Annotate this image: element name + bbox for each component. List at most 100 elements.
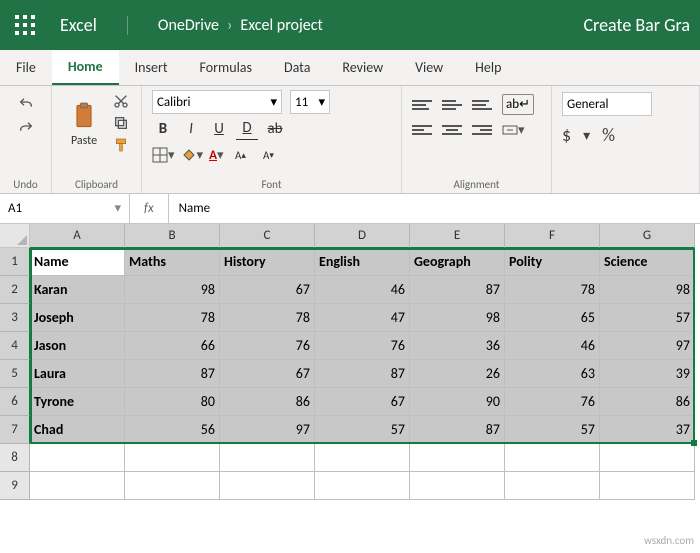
row-header-9[interactable]: 9	[0, 472, 30, 500]
cell-value[interactable]: 57	[600, 304, 695, 332]
col-header-f[interactable]: F	[505, 224, 600, 248]
font-name-select[interactable]: Calibri▾	[152, 90, 282, 114]
cell-value[interactable]: 80	[125, 388, 220, 416]
cell-value[interactable]: 86	[220, 388, 315, 416]
redo-icon[interactable]	[18, 120, 34, 136]
tab-file[interactable]: File	[0, 50, 52, 85]
cell-empty[interactable]	[600, 472, 695, 500]
tab-home[interactable]: Home	[52, 50, 119, 85]
col-header-c[interactable]: C	[220, 224, 315, 248]
cell-empty[interactable]	[315, 472, 410, 500]
align-right-icon[interactable]	[472, 121, 492, 139]
cell-empty[interactable]	[505, 472, 600, 500]
document-title[interactable]: Create Bar Gra	[573, 14, 700, 36]
spreadsheet-grid[interactable]: A B C D E F G 1 Name Maths History Engli…	[0, 224, 700, 500]
align-bottom-icon[interactable]	[472, 96, 492, 114]
tab-view[interactable]: View	[399, 50, 459, 85]
cell-value[interactable]: 90	[410, 388, 505, 416]
cell-value[interactable]: 63	[505, 360, 600, 388]
cell-value[interactable]: 65	[505, 304, 600, 332]
merge-cells-icon[interactable]: ▾	[502, 122, 525, 138]
cell-empty[interactable]	[125, 444, 220, 472]
tab-review[interactable]: Review	[326, 50, 399, 85]
currency-button[interactable]: $	[562, 124, 571, 146]
align-top-icon[interactable]	[412, 96, 432, 114]
format-painter-icon[interactable]	[112, 136, 130, 154]
row-header-7[interactable]: 7	[0, 416, 30, 444]
breadcrumb-root[interactable]: OneDrive	[158, 16, 219, 35]
font-color-icon[interactable]: A▾	[209, 148, 223, 163]
decrease-font-icon[interactable]: A▾	[257, 144, 279, 166]
cell-e1[interactable]: Geograph	[410, 248, 505, 276]
align-left-icon[interactable]	[412, 121, 432, 139]
cell-value[interactable]: 57	[505, 416, 600, 444]
cell-f1[interactable]: Polity	[505, 248, 600, 276]
cell-value[interactable]: 26	[410, 360, 505, 388]
cell-empty[interactable]	[125, 472, 220, 500]
cell-value[interactable]: 78	[505, 276, 600, 304]
cell-name[interactable]: Laura	[30, 360, 125, 388]
cell-value[interactable]: 56	[125, 416, 220, 444]
fill-color-icon[interactable]: ▾	[181, 147, 204, 163]
cell-value[interactable]: 78	[220, 304, 315, 332]
cell-value[interactable]: 67	[220, 360, 315, 388]
cell-name[interactable]: Chad	[30, 416, 125, 444]
cell-value[interactable]: 36	[410, 332, 505, 360]
paste-button[interactable]: Paste	[62, 90, 106, 160]
cell-value[interactable]: 76	[220, 332, 315, 360]
cell-b1[interactable]: Maths	[125, 248, 220, 276]
tab-formulas[interactable]: Formulas	[184, 50, 268, 85]
cell-empty[interactable]	[505, 444, 600, 472]
cell-name[interactable]: Karan	[30, 276, 125, 304]
cell-name[interactable]: Jason	[30, 332, 125, 360]
percent-button[interactable]: %	[602, 124, 615, 146]
cell-value[interactable]: 46	[315, 276, 410, 304]
col-header-a[interactable]: A	[30, 224, 125, 248]
cell-value[interactable]: 39	[600, 360, 695, 388]
cell-value[interactable]: 67	[315, 388, 410, 416]
undo-icon[interactable]	[18, 96, 34, 112]
cell-empty[interactable]	[600, 444, 695, 472]
col-header-d[interactable]: D	[315, 224, 410, 248]
cell-value[interactable]: 98	[410, 304, 505, 332]
cell-value[interactable]: 87	[315, 360, 410, 388]
row-header-8[interactable]: 8	[0, 444, 30, 472]
cell-g1[interactable]: Science	[600, 248, 695, 276]
cell-value[interactable]: 87	[410, 276, 505, 304]
tab-data[interactable]: Data	[268, 50, 326, 85]
cell-value[interactable]: 87	[125, 360, 220, 388]
font-size-select[interactable]: 11▾	[290, 90, 330, 114]
cell-value[interactable]: 47	[315, 304, 410, 332]
cell-value[interactable]: 97	[600, 332, 695, 360]
name-box[interactable]: A1 ▾	[0, 194, 130, 223]
cell-empty[interactable]	[220, 472, 315, 500]
cell-value[interactable]: 57	[315, 416, 410, 444]
app-launcher-icon[interactable]	[0, 0, 50, 50]
row-header-5[interactable]: 5	[0, 360, 30, 388]
number-format-select[interactable]: General	[562, 92, 652, 116]
cell-value[interactable]: 76	[315, 332, 410, 360]
italic-button[interactable]: I	[180, 118, 202, 140]
row-header-4[interactable]: 4	[0, 332, 30, 360]
cell-value[interactable]: 86	[600, 388, 695, 416]
strikethrough-button[interactable]: ab	[264, 118, 286, 140]
cell-empty[interactable]	[315, 444, 410, 472]
tab-insert[interactable]: Insert	[119, 50, 184, 85]
copy-icon[interactable]	[112, 114, 130, 132]
cell-c1[interactable]: History	[220, 248, 315, 276]
formula-value[interactable]: Name	[169, 201, 220, 216]
cell-empty[interactable]	[410, 472, 505, 500]
row-header-1[interactable]: 1	[0, 248, 30, 276]
cell-a1[interactable]: Name	[30, 248, 125, 276]
cell-value[interactable]: 78	[125, 304, 220, 332]
cell-value[interactable]: 37	[600, 416, 695, 444]
cell-value[interactable]: 98	[600, 276, 695, 304]
align-center-icon[interactable]	[442, 121, 462, 139]
select-all-cell[interactable]	[0, 224, 30, 248]
col-header-g[interactable]: G	[600, 224, 695, 248]
cell-value[interactable]: 76	[505, 388, 600, 416]
row-header-3[interactable]: 3	[0, 304, 30, 332]
increase-font-icon[interactable]: A▴	[229, 144, 251, 166]
tab-help[interactable]: Help	[459, 50, 517, 85]
breadcrumb[interactable]: OneDrive › Excel project	[127, 16, 323, 35]
